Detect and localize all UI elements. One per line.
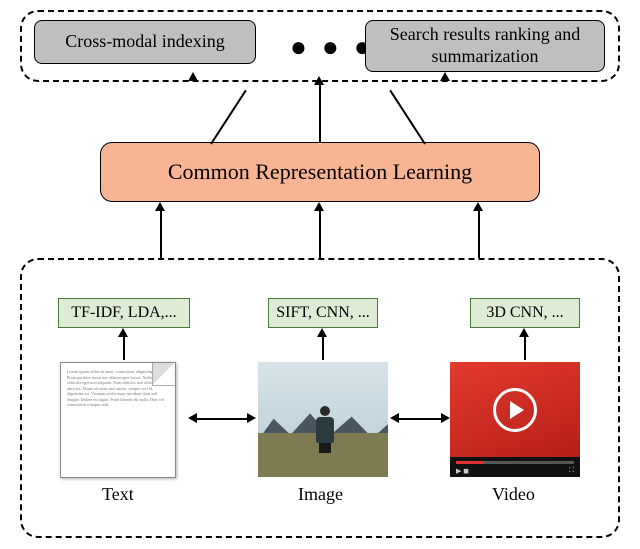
cross-modal-indexing-label: Cross-modal indexing [65,31,225,53]
cross-modal-indexing-box: Cross-modal indexing [34,20,256,64]
arrow-imagemedia-to-feat [322,336,324,360]
arrow-videomedia-to-feat [524,336,526,360]
arrow-text-image [196,418,248,420]
text-caption: Text [102,484,134,505]
arrowhead-right-icon [441,413,450,423]
image-features-label: SIFT, CNN, ... [276,304,370,322]
arrow-image-video [398,418,442,420]
arrowhead-left-icon [390,413,399,423]
arrowhead-up-icon [317,328,327,337]
arrowhead-up-icon [314,76,324,85]
video-features-label: 3D CNN, ... [486,304,563,322]
video-features-box: 3D CNN, ... [470,298,580,328]
common-representation-learning-box: Common Representation Learning [100,142,540,202]
search-ranking-label: Search results ranking and summarization [374,24,596,67]
crl-label: Common Representation Learning [168,159,472,185]
arrowhead-up-icon [519,328,529,337]
play-icon [493,388,537,432]
text-document-icon: Lorem ipsum dolor sit amet, consectetur … [60,362,190,462]
arrowhead-up-icon [473,202,483,211]
video-thumbnail-icon: ▶ ◼⛶ [450,362,580,462]
arrowhead-up-icon [440,72,450,81]
arrowhead-up-icon [155,202,165,211]
arrowhead-up-icon [314,202,324,211]
search-ranking-box: Search results ranking and summarization [365,20,605,72]
text-features-box: TF-IDF, LDA,... [58,298,190,328]
arrowhead-right-icon [247,413,256,423]
ellipsis-icon: ● ● ● [290,32,375,64]
video-caption: Video [492,484,535,505]
arrow-video-to-crl [478,210,480,258]
arrow-crl-to-indexing [210,90,247,145]
arrow-crl-to-ranking [389,90,426,145]
arrow-text-to-crl [160,210,162,258]
arrow-textmedia-to-feat [123,336,125,360]
arrow-image-to-crl [319,210,321,258]
arrowhead-left-icon [188,413,197,423]
image-features-box: SIFT, CNN, ... [268,298,378,328]
image-caption: Image [298,484,343,505]
arrow-crl-to-middle [319,84,321,142]
arrowhead-up-icon [188,72,198,81]
text-features-label: TF-IDF, LDA,... [71,304,176,322]
arrowhead-up-icon [118,328,128,337]
image-thumbnail-icon [258,362,388,462]
